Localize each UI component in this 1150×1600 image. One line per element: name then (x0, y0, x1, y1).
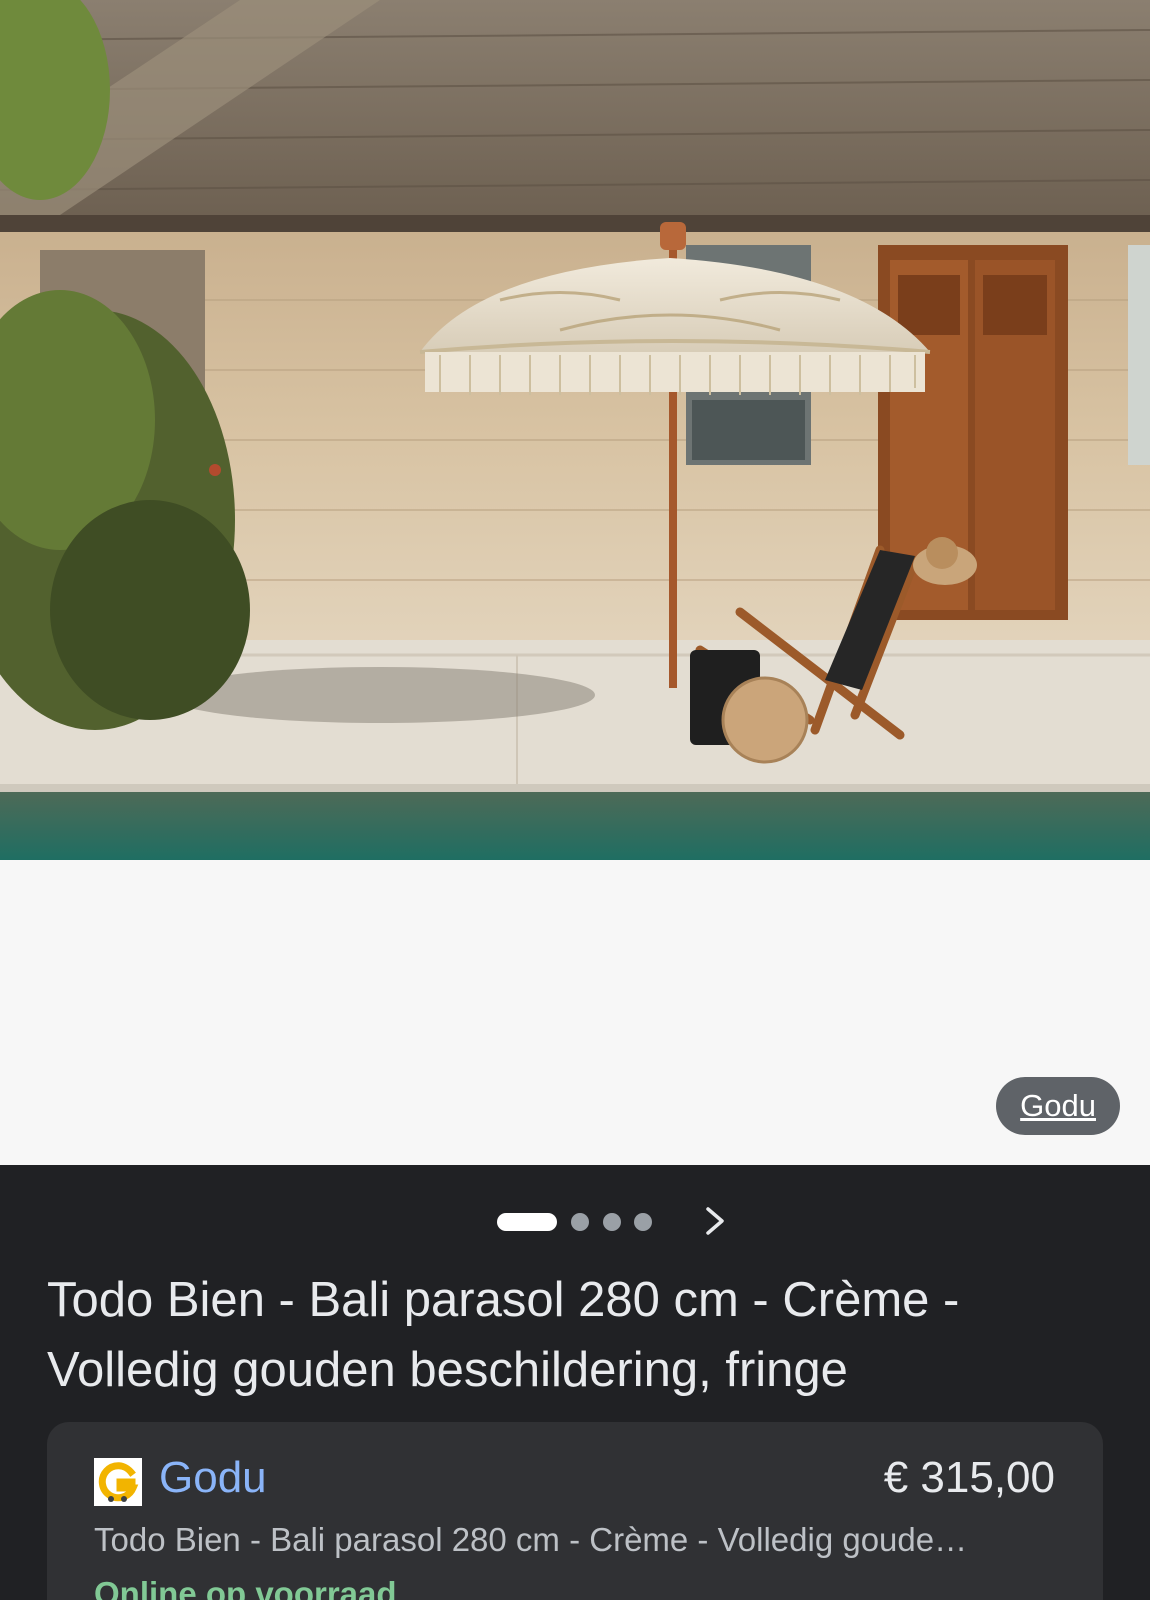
offer-card[interactable]: Godu € 315,00 Todo Bien - Bali parasol 2… (47, 1422, 1103, 1600)
pager-dot[interactable] (571, 1213, 589, 1231)
shopping-product-view: Godu Todo Bien - Bali parasol 280 cm - C… (0, 0, 1150, 1600)
pager-dot-active[interactable] (497, 1213, 557, 1231)
image-source-chip[interactable]: Godu (996, 1077, 1120, 1135)
carousel-pager (0, 1201, 1150, 1241)
seller-name-link[interactable]: Godu (159, 1450, 267, 1506)
stock-status: Online op voorraad (94, 1575, 397, 1600)
product-photo[interactable] (0, 0, 1150, 860)
pager-dot[interactable] (603, 1213, 621, 1231)
pager-dot[interactable] (634, 1213, 652, 1231)
chevron-right-icon[interactable] (695, 1201, 735, 1241)
offer-description: Todo Bien - Bali parasol 280 cm - Crème … (94, 1521, 968, 1558)
product-title: Todo Bien - Bali parasol 280 cm - Crème … (47, 1273, 960, 1397)
product-info-panel: Todo Bien - Bali parasol 280 cm - Crème … (0, 1165, 1150, 1600)
offer-price: € 315,00 (883, 1453, 1055, 1502)
product-image-area[interactable]: Godu (0, 0, 1150, 1165)
godu-logo-icon (94, 1458, 142, 1506)
